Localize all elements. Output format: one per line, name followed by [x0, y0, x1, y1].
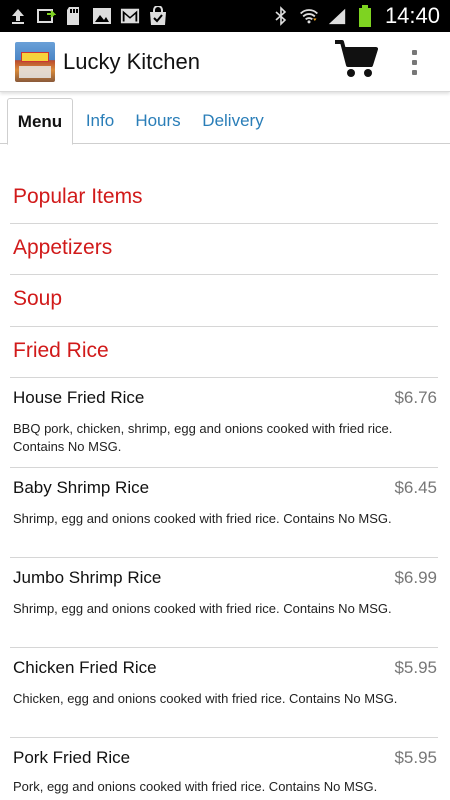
item-price: $6.99: [394, 568, 437, 587]
menu-item-baby-shrimp-rice[interactable]: Baby Shrimp Rice $6.45 Shrimp, egg and o…: [0, 468, 450, 558]
category-label: Popular Items: [13, 184, 143, 208]
status-left-icons: [0, 6, 168, 26]
app-title: Lucky Kitchen: [63, 48, 200, 74]
item-description: Shrimp, egg and onions cooked with fried…: [13, 511, 392, 526]
item-description: Chicken, egg and onions cooked with frie…: [13, 691, 398, 706]
tab-bar: Menu Info Hours Delivery: [0, 96, 450, 145]
status-right-icons: 14:40: [271, 3, 450, 29]
usb-debug-icon: [36, 6, 56, 26]
category-appetizers[interactable]: Appetizers: [0, 222, 450, 273]
bluetooth-icon: [271, 6, 291, 26]
status-bar: 14:40: [0, 0, 450, 32]
cart-button[interactable]: [332, 38, 380, 84]
app-bar: Lucky Kitchen: [0, 32, 450, 92]
battery-icon: [355, 5, 375, 27]
sd-card-icon: [64, 6, 84, 26]
shopping-bag-icon: [148, 6, 168, 26]
overflow-menu-icon: [411, 49, 417, 75]
item-name: Baby Shrimp Rice: [13, 478, 150, 497]
restaurant-logo: [15, 41, 55, 82]
category-label: Soup: [13, 286, 63, 310]
status-time: 14:40: [384, 3, 440, 28]
menu-item-jumbo-shrimp-rice[interactable]: Jumbo Shrimp Rice $6.99 Shrimp, egg and …: [0, 558, 450, 648]
tab-hours[interactable]: Hours: [128, 98, 188, 144]
item-description: Pork, egg and onions cooked with fried r…: [13, 779, 378, 794]
category-label: Fried Rice: [13, 338, 109, 362]
item-name: Chicken Fried Rice: [13, 658, 157, 677]
cart-icon: [334, 38, 378, 85]
category-label: Appetizers: [13, 235, 113, 259]
category-soup[interactable]: Soup: [0, 273, 450, 324]
overflow-menu-button[interactable]: [402, 44, 426, 80]
menu-item-chicken-fried-rice[interactable]: Chicken Fried Rice $5.95 Chicken, egg an…: [0, 648, 450, 738]
item-name: House Fried Rice: [13, 388, 145, 407]
tab-info[interactable]: Info: [80, 98, 120, 144]
tab-menu[interactable]: Menu: [7, 98, 73, 145]
wifi-icon: [299, 6, 319, 26]
item-description: Shrimp, egg and onions cooked with fried…: [13, 601, 392, 616]
category-fried-rice[interactable]: Fried Rice: [0, 325, 450, 376]
item-price: $5.95: [394, 658, 437, 677]
gmail-icon: [120, 6, 140, 26]
tab-delivery[interactable]: Delivery: [196, 98, 270, 144]
item-price: $6.76: [394, 388, 437, 407]
image-icon: [92, 6, 112, 26]
item-price: $5.95: [394, 748, 437, 767]
menu-item-house-fried-rice[interactable]: House Fried Rice $6.76 BBQ pork, chicken…: [0, 378, 450, 468]
menu-item-pork-fried-rice[interactable]: Pork Fried Rice $5.95 Pork, egg and onio…: [0, 738, 450, 800]
item-price: $6.45: [394, 478, 437, 497]
signal-icon: [327, 6, 347, 26]
upload-icon: [8, 6, 28, 26]
item-description: BBQ pork, chicken, shrimp, egg and onion…: [13, 421, 393, 454]
category-popular-items[interactable]: Popular Items: [0, 171, 450, 222]
item-name: Jumbo Shrimp Rice: [13, 568, 162, 587]
item-name: Pork Fried Rice: [13, 748, 131, 767]
